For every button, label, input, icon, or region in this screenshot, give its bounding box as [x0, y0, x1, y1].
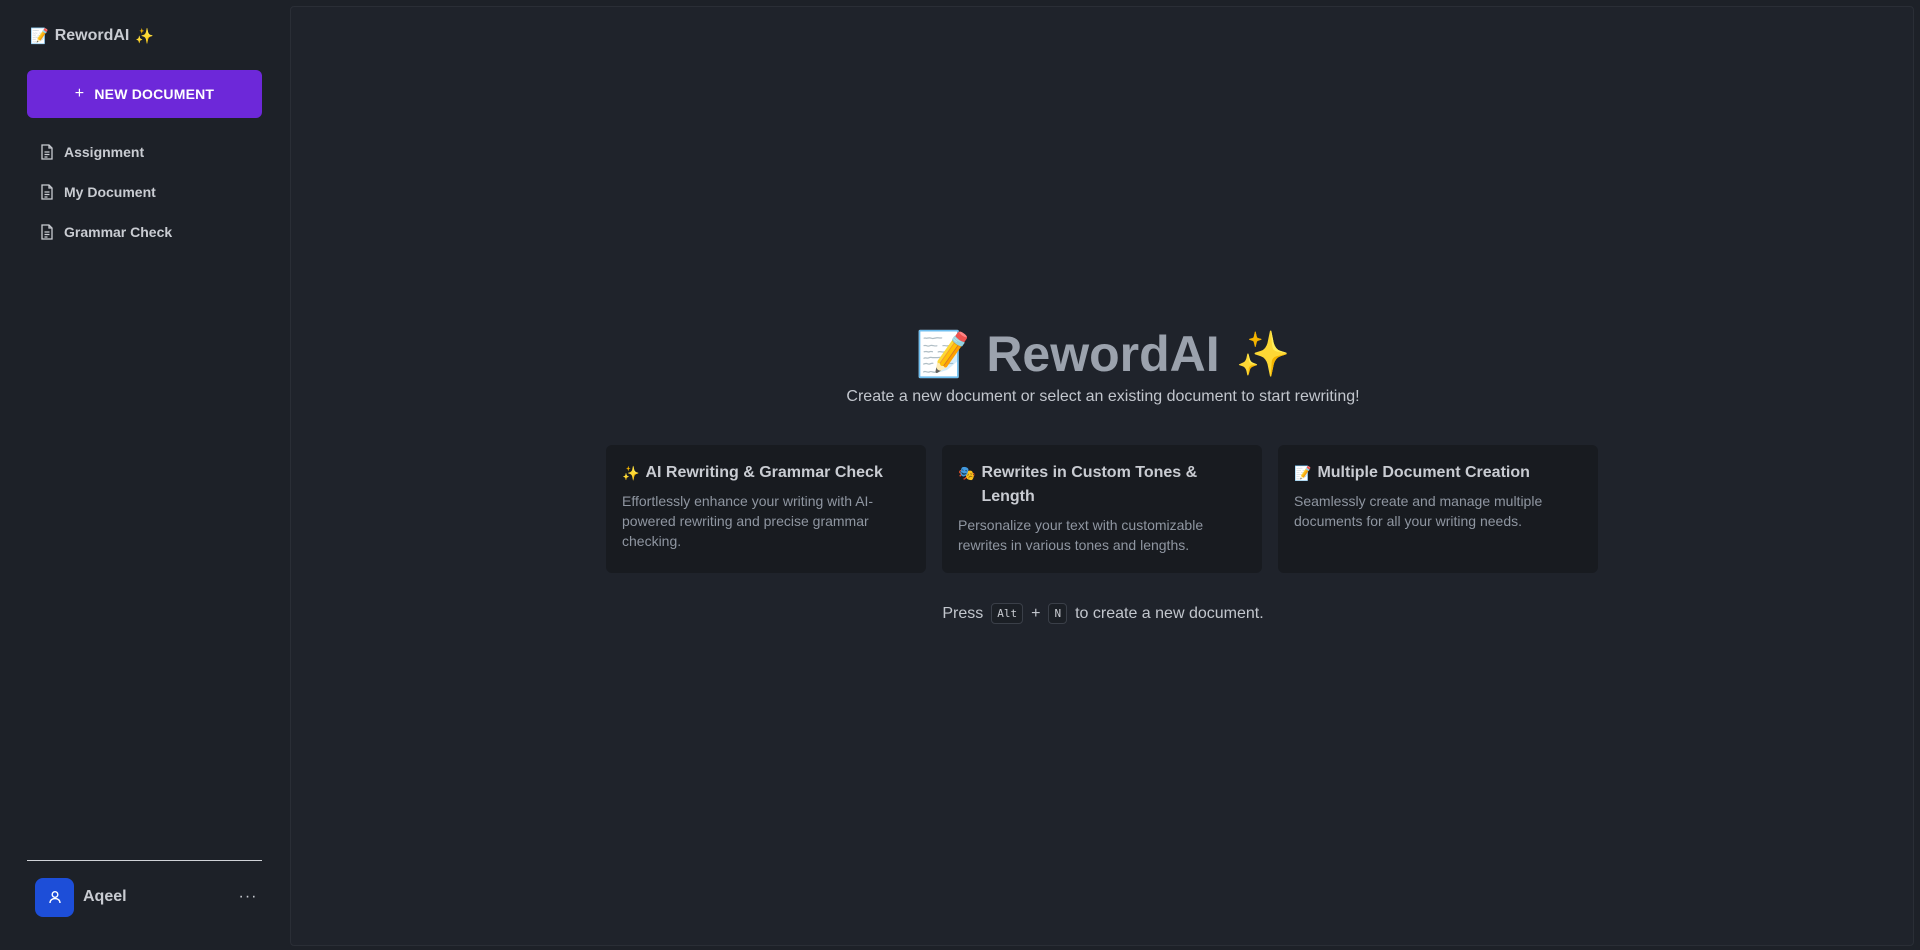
document-list: Assignment My Document Grammar Check	[40, 132, 172, 252]
sidebar-item-grammar-check[interactable]: Grammar Check	[40, 212, 172, 252]
brand: 📝 RewordAI ✨	[30, 27, 154, 45]
feature-card-description: Effortlessly enhance your writing with A…	[622, 493, 874, 549]
hero-subtitle: Create a new document or select an exist…	[846, 388, 1360, 405]
sidebar-item-assignment[interactable]: Assignment	[40, 132, 172, 172]
feature-card-title: 🎭 Rewrites in Custom Tones & Length	[958, 461, 1246, 509]
feature-card-title-text: Multiple Document Creation	[1317, 464, 1530, 481]
feature-card-title-text: Rewrites in Custom Tones & Length	[981, 464, 1198, 505]
feature-card-description: Personalize your text with customizable …	[958, 517, 1204, 553]
feature-card-title: 📝 Multiple Document Creation	[1294, 461, 1582, 485]
sparkles-emoji-icon: ✨	[1235, 330, 1291, 379]
shortcut-prefix: Press	[942, 604, 984, 622]
new-document-label: NEW DOCUMENT	[94, 86, 215, 102]
sidebar-item-label: Grammar Check	[64, 224, 173, 240]
feature-card-description: Seamlessly create and manage multiple do…	[1294, 493, 1543, 529]
sparkles-emoji-icon: ✨	[622, 465, 640, 481]
user-name: Aqeel	[83, 888, 127, 905]
feature-card: 📝 Multiple Document Creation Seamlessly …	[1278, 445, 1598, 573]
user-profile[interactable]: Aqeel ···	[35, 877, 260, 917]
feature-card: ✨ AI Rewriting & Grammar Check Effortles…	[606, 445, 926, 573]
memo-emoji-icon: 📝	[30, 28, 49, 45]
sidebar-item-label: My Document	[64, 184, 156, 200]
sidebar: 📝 RewordAI ✨ + NEW DOCUMENT Assignment M…	[0, 0, 288, 950]
app-root: 📝 RewordAI ✨ + NEW DOCUMENT Assignment M…	[0, 0, 1920, 950]
feature-card: 🎭 Rewrites in Custom Tones & Length Pers…	[942, 445, 1262, 573]
new-document-button[interactable]: + NEW DOCUMENT	[27, 70, 262, 118]
sidebar-item-my-document[interactable]: My Document	[40, 172, 172, 212]
file-text-icon	[41, 144, 53, 160]
sparkles-emoji-icon: ✨	[135, 28, 155, 45]
file-text-icon	[41, 224, 53, 240]
kbd-n: N	[1048, 603, 1068, 624]
theater-masks-emoji-icon: 🎭	[958, 465, 976, 481]
hero-title-text: RewordAI	[986, 326, 1220, 382]
file-text-icon	[41, 184, 53, 200]
kbd-alt: Alt	[991, 603, 1024, 624]
memo-emoji-icon: 📝	[1294, 465, 1312, 481]
sidebar-item-label: Assignment	[64, 144, 145, 160]
user-icon	[48, 891, 61, 904]
shortcut-plus: +	[1031, 604, 1041, 622]
memo-emoji-icon: 📝	[915, 330, 971, 379]
feature-card-title: ✨ AI Rewriting & Grammar Check	[622, 461, 910, 485]
hero-title: 📝 RewordAI ✨	[291, 325, 1915, 383]
sidebar-divider	[27, 860, 262, 861]
shortcut-suffix: to create a new document.	[1075, 604, 1264, 622]
avatar	[35, 877, 74, 917]
keyboard-shortcut-hint: Press Alt + N to create a new document.	[291, 603, 1915, 624]
feature-cards: ✨ AI Rewriting & Grammar Check Effortles…	[606, 445, 1598, 573]
plus-icon: +	[74, 85, 85, 102]
main-panel: 📝 RewordAI ✨ Create a new document or se…	[290, 6, 1914, 946]
ellipsis-icon[interactable]: ···	[236, 888, 260, 906]
feature-card-title-text: AI Rewriting & Grammar Check	[645, 464, 883, 481]
brand-name: RewordAI	[54, 27, 130, 44]
